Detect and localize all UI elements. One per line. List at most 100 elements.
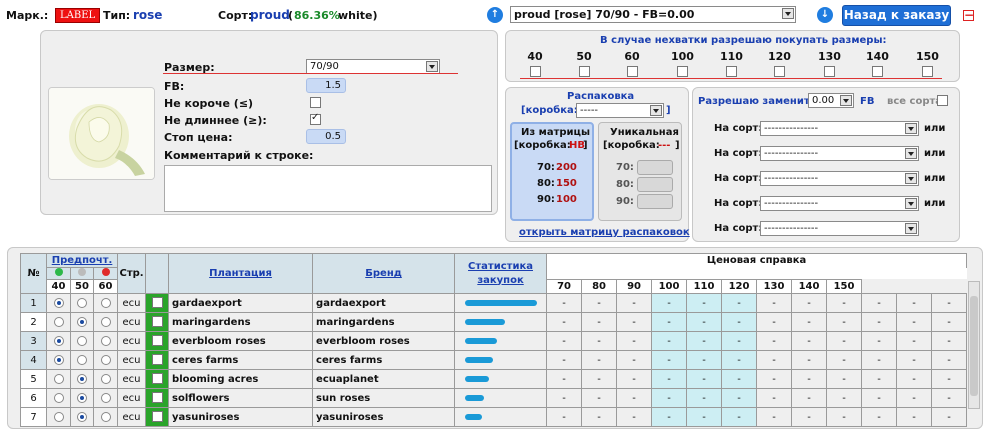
- select-cell[interactable]: [145, 407, 170, 427]
- select-cell[interactable]: [145, 369, 170, 389]
- row-checkbox[interactable]: [151, 373, 163, 385]
- table-row[interactable]: 4 ecu ceres farms ceres farms - - - - - - - - - - - -: [20, 350, 968, 370]
- pref-cell[interactable]: [92, 350, 119, 370]
- row-checkbox[interactable]: [151, 335, 163, 347]
- size-option-checkbox[interactable]: [872, 66, 883, 77]
- col-brand[interactable]: Бренд: [312, 253, 456, 294]
- col-stats-link[interactable]: Статистика закупок: [468, 261, 533, 286]
- on-sort-select[interactable]: ---------------: [760, 121, 919, 136]
- pref-radio[interactable]: [53, 316, 64, 327]
- pref-cell[interactable]: [46, 293, 71, 313]
- row-checkbox[interactable]: [151, 354, 163, 366]
- replace-fb-select[interactable]: 0.00: [808, 93, 854, 108]
- pref-cell[interactable]: [92, 369, 119, 389]
- size-option-checkbox[interactable]: [627, 66, 638, 77]
- row-checkbox[interactable]: [151, 297, 163, 309]
- size-option-checkbox[interactable]: [824, 66, 835, 77]
- fb-input[interactable]: 1.5: [306, 78, 346, 93]
- pref-cell[interactable]: [46, 312, 71, 332]
- unpack-box-select[interactable]: -----: [576, 103, 664, 118]
- table-row[interactable]: 2 ecu maringardens maringardens - - - - - - - - - - - -: [20, 312, 968, 332]
- size-option-checkbox[interactable]: [579, 66, 590, 77]
- pref-cell[interactable]: [46, 350, 71, 370]
- pref-cell[interactable]: [70, 331, 94, 351]
- pref-cell[interactable]: [70, 350, 94, 370]
- pref-radio[interactable]: [77, 392, 87, 403]
- pref-radio[interactable]: [100, 316, 111, 327]
- table-row[interactable]: 5 ecu blooming acres ecuaplanet - - - - - - - - - - - -: [20, 369, 968, 389]
- pref-radio[interactable]: [77, 373, 87, 384]
- pref-radio[interactable]: [100, 335, 111, 346]
- pref-radio[interactable]: [77, 411, 87, 422]
- pref-radio[interactable]: [100, 297, 111, 308]
- pref-radio[interactable]: [77, 335, 87, 346]
- table-row[interactable]: 3 ecu everbloom roses everbloom roses - - - - - -…: [20, 331, 968, 351]
- size-option-checkbox[interactable]: [922, 66, 933, 77]
- all-sorts-checkbox[interactable]: [937, 95, 948, 106]
- pref-cell[interactable]: [92, 312, 119, 332]
- pref-radio[interactable]: [53, 392, 64, 403]
- select-cell[interactable]: [145, 293, 170, 313]
- pref-radio[interactable]: [53, 297, 64, 308]
- col-preferred-link[interactable]: Предпочт.: [52, 255, 113, 266]
- pref-cell[interactable]: [46, 369, 71, 389]
- select-cell[interactable]: [145, 388, 170, 408]
- size-select[interactable]: 70/90: [306, 59, 440, 74]
- back-to-order-button[interactable]: Назад к заказу: [842, 5, 951, 26]
- pref-cell[interactable]: [70, 407, 94, 427]
- on-sort-select[interactable]: ---------------: [760, 171, 919, 186]
- row-checkbox[interactable]: [151, 411, 163, 423]
- grid-scrollbar[interactable]: [968, 281, 980, 409]
- pref-radio[interactable]: [53, 354, 64, 365]
- pref-cell[interactable]: [92, 331, 119, 351]
- select-cell[interactable]: [145, 312, 170, 332]
- pref-radio[interactable]: [100, 392, 111, 403]
- max-length-checkbox[interactable]: [310, 112, 321, 125]
- unique-row-input[interactable]: [637, 177, 673, 192]
- unique-row-input[interactable]: [637, 194, 673, 209]
- pref-cell[interactable]: [92, 293, 119, 313]
- pref-radio[interactable]: [100, 354, 111, 365]
- size-option-checkbox[interactable]: [726, 66, 737, 77]
- pref-cell[interactable]: [92, 388, 119, 408]
- pref-cell[interactable]: [46, 331, 71, 351]
- pref-radio[interactable]: [53, 335, 64, 346]
- table-row[interactable]: 6 ecu solflowers sun roses - - - - - - - - - - - -: [20, 388, 968, 408]
- row-checkbox[interactable]: [151, 316, 163, 328]
- pref-radio[interactable]: [77, 354, 87, 365]
- pref-radio[interactable]: [100, 411, 111, 422]
- min-length-checkbox[interactable]: [310, 97, 321, 108]
- pref-radio[interactable]: [77, 316, 87, 327]
- col-plantation[interactable]: Плантация: [168, 253, 314, 294]
- table-row[interactable]: 1 ecu gardaexport gardaexport - - - - - - - - - - - -: [20, 293, 968, 313]
- pref-radio[interactable]: [53, 373, 64, 384]
- close-icon[interactable]: −: [963, 9, 974, 21]
- arrow-up-icon[interactable]: ↑: [487, 7, 503, 23]
- on-sort-select[interactable]: ---------------: [760, 196, 919, 211]
- scrollbar-thumb[interactable]: [970, 296, 978, 396]
- size-option-checkbox[interactable]: [774, 66, 785, 77]
- pref-cell[interactable]: [46, 388, 71, 408]
- col-plantation-link[interactable]: Плантация: [209, 268, 272, 279]
- stop-price-input[interactable]: 0.5: [306, 129, 346, 144]
- offer-selector[interactable]: proud [rose] 70/90 - FB=0.00: [510, 6, 796, 23]
- unique-row-input[interactable]: [637, 160, 673, 175]
- on-sort-select[interactable]: ---------------: [760, 146, 919, 161]
- table-row[interactable]: 7 ecu yasuniroses yasuniroses - - - - - - - - - - - -: [20, 407, 968, 427]
- comment-textarea[interactable]: [164, 165, 492, 212]
- size-option-checkbox[interactable]: [677, 66, 688, 77]
- col-brand-link[interactable]: Бренд: [365, 268, 402, 279]
- col-preferred[interactable]: Предпочт.: [45, 253, 119, 268]
- select-cell[interactable]: [145, 350, 170, 370]
- pref-cell[interactable]: [70, 293, 94, 313]
- arrow-down-icon[interactable]: ↓: [817, 7, 833, 23]
- row-checkbox[interactable]: [151, 392, 163, 404]
- pref-radio[interactable]: [77, 297, 87, 308]
- pref-cell[interactable]: [70, 369, 94, 389]
- pref-cell[interactable]: [46, 407, 71, 427]
- size-option-checkbox[interactable]: [530, 66, 541, 77]
- pref-radio[interactable]: [53, 411, 64, 422]
- pref-cell[interactable]: [70, 312, 94, 332]
- open-matrix-link[interactable]: открыть матрицу распаковок: [519, 227, 690, 238]
- pref-cell[interactable]: [70, 388, 94, 408]
